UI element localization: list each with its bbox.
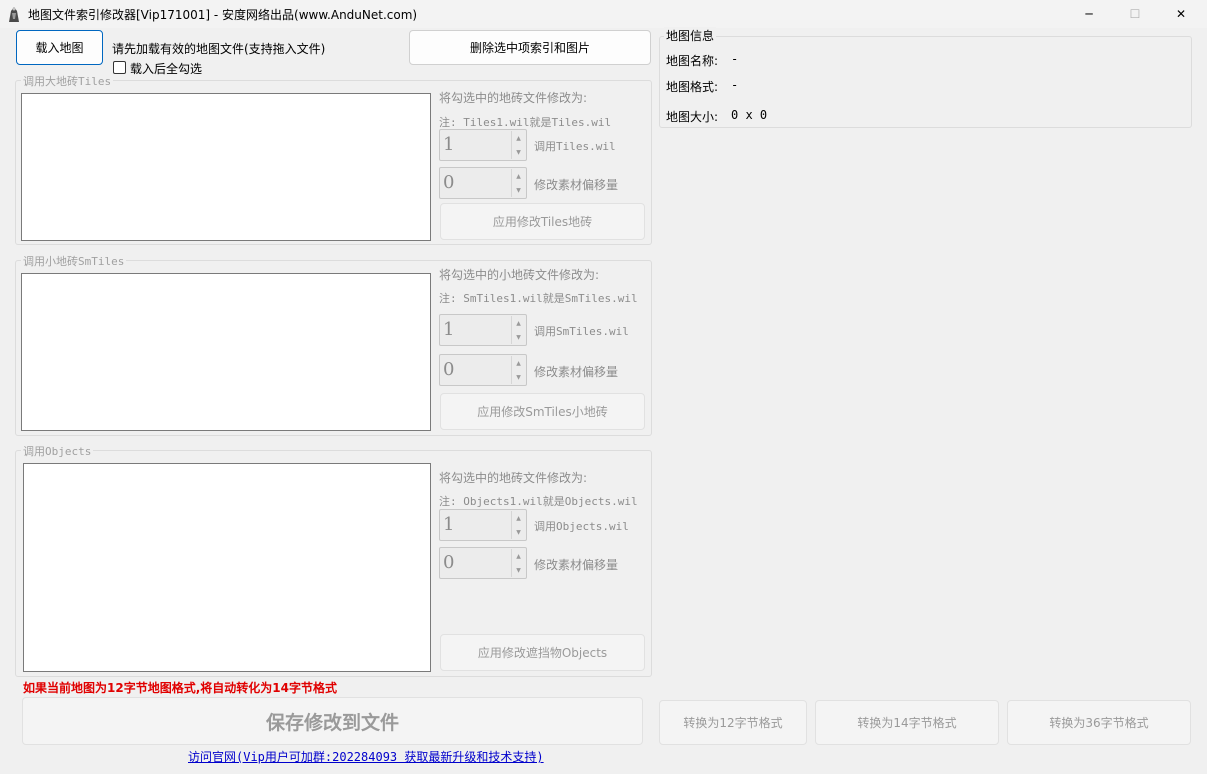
- maximize-button[interactable]: ☐: [1112, 0, 1158, 28]
- close-button[interactable]: ✕: [1158, 0, 1204, 28]
- spin-down-icon[interactable]: ▼: [512, 145, 525, 159]
- smtiles-index-value: 1: [443, 319, 455, 340]
- tiles-note: 注: Tiles1.wil就是Tiles.wil: [439, 116, 612, 129]
- convert-36-byte-button[interactable]: 转换为36字节格式: [1007, 700, 1191, 745]
- objects-note: 注: Objects1.wil就是Objects.wil: [439, 495, 638, 508]
- smtiles-offset-value: 0: [443, 359, 455, 380]
- map-info-title: 地图信息: [664, 27, 717, 44]
- spin-up-icon[interactable]: ▲: [512, 131, 525, 145]
- window-title: 地图文件索引修改器[Vip171001] - 安度网络出品(www.AnduNe…: [28, 8, 418, 22]
- map-name-value: -: [731, 52, 739, 66]
- spin-up-icon[interactable]: ▲: [512, 356, 525, 370]
- map-size-value: 0 x 0: [731, 108, 768, 122]
- map-size-label: 地图大小:: [666, 110, 719, 124]
- map-format-label: 地图格式:: [666, 80, 719, 94]
- maximize-icon: ☐: [1129, 7, 1141, 21]
- spin-up-icon[interactable]: ▲: [512, 316, 525, 330]
- spin-down-icon[interactable]: ▼: [512, 563, 525, 577]
- spin-down-icon[interactable]: ▼: [512, 330, 525, 344]
- minimize-button[interactable]: ─: [1066, 0, 1112, 28]
- delete-selected-button[interactable]: 删除选中项索引和图片: [409, 30, 651, 65]
- objects-offset-label: 修改素材偏移量: [534, 558, 619, 572]
- smtiles-group-title: 调用小地砖SmTiles: [21, 253, 127, 269]
- map-format-value: -: [731, 78, 739, 92]
- format-warning-text: 如果当前地图为12字节地图格式,将自动转化为14字节格式: [23, 681, 337, 695]
- spin-down-icon[interactable]: ▼: [512, 183, 525, 197]
- smtiles-index-label: 调用SmTiles.wil: [534, 325, 629, 338]
- smtiles-offset-label: 修改素材偏移量: [534, 365, 619, 379]
- apply-smtiles-button[interactable]: 应用修改SmTiles小地砖: [440, 393, 645, 430]
- tiles-offset-stepper[interactable]: 0 ▲ ▼: [439, 167, 527, 199]
- tiles-index-value: 1: [443, 134, 455, 155]
- spin-down-icon[interactable]: ▼: [512, 370, 525, 384]
- select-all-after-load-label: 载入后全勾选: [130, 62, 203, 76]
- tiles-offset-label: 修改素材偏移量: [534, 178, 619, 192]
- close-icon: ✕: [1175, 7, 1187, 21]
- spin-up-icon[interactable]: ▲: [512, 169, 525, 183]
- smtiles-list[interactable]: [21, 273, 431, 431]
- tiles-group-title: 调用大地砖Tiles: [21, 73, 114, 89]
- tiles-modify-title: 将勾选中的地砖文件修改为:: [439, 91, 588, 105]
- objects-offset-value: 0: [443, 552, 455, 573]
- smtiles-offset-stepper[interactable]: 0 ▲ ▼: [439, 354, 527, 386]
- objects-offset-stepper[interactable]: 0 ▲ ▼: [439, 547, 527, 579]
- save-to-file-button[interactable]: 保存修改到文件: [22, 697, 643, 745]
- objects-list[interactable]: [23, 463, 431, 672]
- tiles-offset-value: 0: [443, 172, 455, 193]
- apply-objects-button[interactable]: 应用修改遮挡物Objects: [440, 634, 645, 671]
- select-all-after-load-checkbox[interactable]: [113, 61, 126, 74]
- minimize-icon: ─: [1085, 7, 1093, 21]
- convert-12-byte-button[interactable]: 转换为12字节格式: [659, 700, 807, 745]
- load-hint-text: 请先加载有效的地图文件(支持拖入文件): [112, 42, 326, 56]
- apply-tiles-button[interactable]: 应用修改Tiles地砖: [440, 203, 645, 240]
- objects-index-stepper[interactable]: 1 ▲ ▼: [439, 509, 527, 541]
- tiles-index-stepper[interactable]: 1 ▲ ▼: [439, 129, 527, 161]
- objects-index-label: 调用Objects.wil: [534, 520, 629, 533]
- smtiles-modify-title: 将勾选中的小地砖文件修改为:: [439, 268, 600, 282]
- spin-down-icon[interactable]: ▼: [512, 525, 525, 539]
- spin-up-icon[interactable]: ▲: [512, 549, 525, 563]
- spin-up-icon[interactable]: ▲: [512, 511, 525, 525]
- map-name-label: 地图名称:: [666, 54, 719, 68]
- tiles-index-label: 调用Tiles.wil: [534, 140, 616, 153]
- visit-website-link[interactable]: 访问官网(Vip用户可加群:202284093 获取最新升级和技术支持): [188, 748, 544, 765]
- smtiles-note: 注: SmTiles1.wil就是SmTiles.wil: [439, 292, 638, 305]
- objects-index-value: 1: [443, 514, 455, 535]
- load-map-button[interactable]: 载入地图: [16, 30, 103, 65]
- app-icon: [6, 5, 22, 23]
- tiles-list[interactable]: [21, 93, 431, 241]
- objects-modify-title: 将勾选中的地砖文件修改为:: [439, 471, 588, 485]
- smtiles-index-stepper[interactable]: 1 ▲ ▼: [439, 314, 527, 346]
- objects-group-title: 调用Objects: [21, 443, 94, 459]
- convert-14-byte-button[interactable]: 转换为14字节格式: [815, 700, 999, 745]
